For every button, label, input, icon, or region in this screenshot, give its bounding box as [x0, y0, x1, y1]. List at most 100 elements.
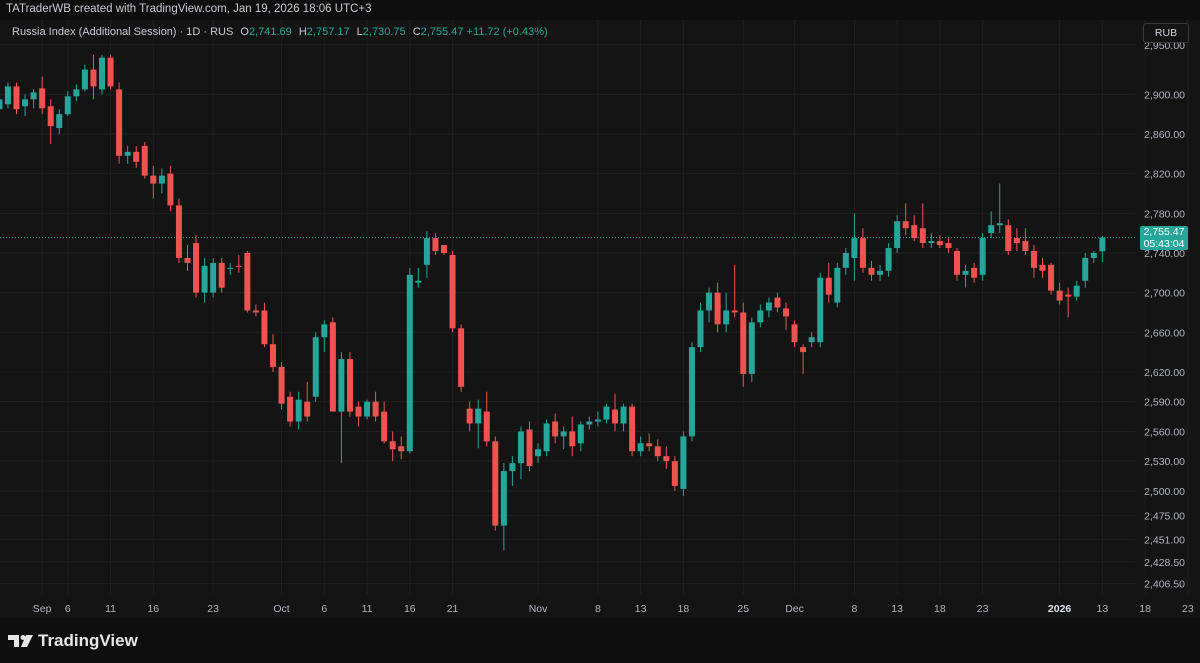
candle-body: [783, 308, 789, 317]
candle-body: [1022, 241, 1029, 251]
candle: [389, 431, 396, 462]
candle-body: [526, 429, 533, 467]
candle: [346, 352, 353, 417]
candle: [4, 82, 11, 109]
candle: [817, 272, 824, 348]
candle: [612, 393, 618, 432]
candle-body: [671, 461, 678, 486]
candle: [663, 446, 670, 470]
candle: [252, 304, 259, 317]
candle: [988, 211, 995, 239]
time-tick-label: 6: [321, 603, 327, 615]
candle: [637, 436, 644, 457]
candle-body: [1082, 257, 1089, 281]
candle-body: [723, 310, 730, 325]
candle-body: [834, 267, 841, 303]
symbol-legend: Russia Index (Additional Session) · 1D ·…: [12, 26, 548, 38]
candle: [124, 145, 131, 164]
price-tick-label: 2,780.00: [1144, 208, 1185, 220]
currency-badge[interactable]: RUB: [1143, 23, 1189, 43]
candle-body: [475, 408, 482, 424]
price-tick-label: 2,820.00: [1144, 169, 1185, 181]
candle: [680, 431, 687, 496]
candle-body: [133, 151, 140, 162]
candle-body: [535, 449, 542, 457]
candle-body: [936, 241, 943, 246]
candle-body: [697, 310, 704, 348]
price-chart[interactable]: 2,950.002,900.002,860.002,820.002,780.00…: [0, 20, 1200, 618]
candle: [962, 264, 969, 288]
price-tick-label: 2,660.00: [1144, 327, 1185, 339]
candle-body: [73, 89, 80, 97]
time-tick-label: 8: [851, 603, 857, 615]
candle: [748, 317, 755, 382]
price-axis[interactable]: 2,950.002,900.002,860.002,820.002,780.00…: [1144, 40, 1185, 591]
candle: [783, 302, 789, 331]
candle: [107, 54, 114, 90]
candle: [492, 436, 499, 531]
candle: [808, 332, 815, 348]
candle: [295, 391, 302, 430]
candle: [1073, 280, 1080, 301]
candle-body: [175, 205, 182, 258]
open-value: 2,741.69: [248, 26, 292, 38]
candle-body: [355, 406, 362, 417]
candle: [740, 302, 747, 387]
candle-body: [47, 106, 54, 127]
candle-body: [842, 252, 849, 268]
time-tick-label: Nov: [529, 603, 548, 615]
candle: [569, 416, 576, 457]
candle-body: [483, 411, 490, 442]
chart-area[interactable]: 2,950.00 2,900.00 2,860.00 2,820.00 2,780.00…: [0, 20, 1200, 618]
candle-body: [22, 99, 29, 107]
candle-body: [201, 265, 208, 293]
time-tick-label: 11: [105, 603, 116, 615]
candle: [902, 203, 909, 236]
candle-body: [372, 401, 379, 417]
price-tick-label: 2,860.00: [1144, 129, 1185, 141]
candle-body: [620, 406, 627, 424]
candle: [971, 262, 978, 283]
candle: [0, 99, 3, 110]
candle-body: [458, 328, 465, 387]
change-value: +11.72 (+0.43%): [466, 26, 548, 38]
time-axis[interactable]: Sep 6 11 16 23 Oct 6 11 16 21 Nov 8 13 18 25 Dec 8 13 18 23…: [33, 603, 1194, 615]
candle-body: [774, 297, 781, 308]
price-tick-label: 2,700.00: [1144, 288, 1185, 300]
candle-body: [1099, 237, 1106, 252]
candle-body: [158, 175, 165, 184]
candle: [834, 262, 841, 308]
candle: [842, 248, 849, 275]
price-tick-label: 2,530.00: [1144, 456, 1185, 468]
candle-body: [210, 262, 217, 293]
candle: [1039, 257, 1046, 278]
candle-body: [911, 225, 918, 239]
candle-body: [509, 463, 516, 472]
time-tick-label: 8: [595, 603, 601, 615]
candle: [851, 213, 858, 281]
price-tick-label: 2,590.00: [1144, 397, 1185, 409]
candle: [466, 401, 473, 432]
candle-body: [877, 270, 884, 275]
candle-body: [30, 92, 37, 100]
candle-body: [13, 86, 20, 110]
candle: [723, 292, 730, 333]
candle-body: [99, 57, 105, 90]
candle-body: [637, 443, 644, 452]
candle-body: [184, 257, 191, 263]
candle-body: [996, 223, 1003, 226]
candle: [406, 267, 413, 454]
candle-body: [218, 262, 225, 288]
candle-body: [346, 359, 353, 412]
time-tick-label: Oct: [273, 603, 289, 615]
candle: [577, 421, 584, 452]
candle-body: [56, 114, 63, 129]
candle: [193, 235, 200, 298]
tradingview-logo[interactable]: TradingView: [8, 631, 138, 651]
candle-body: [543, 423, 550, 452]
candle-body: [560, 431, 567, 437]
candle: [270, 334, 276, 372]
candle: [552, 413, 559, 444]
time-tick-label: 25: [737, 603, 749, 615]
candle-body: [1073, 285, 1080, 297]
